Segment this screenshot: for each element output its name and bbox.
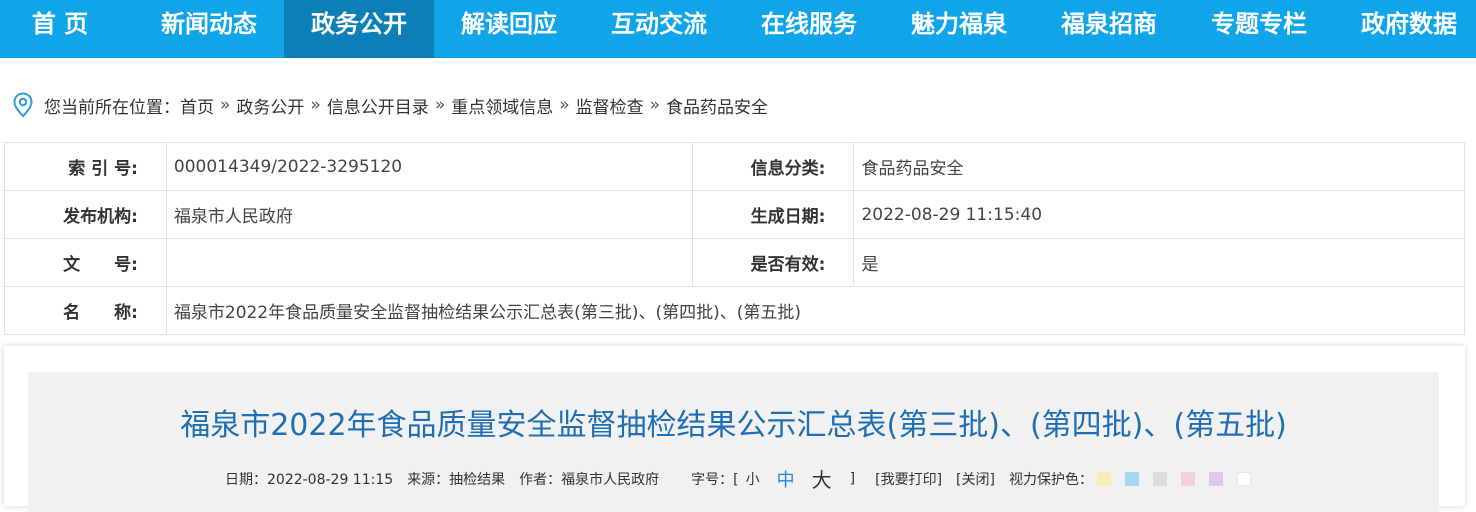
print-button[interactable]: [我要打印] [875, 469, 942, 489]
nav-item-online-service[interactable]: 在线服务 [734, 0, 884, 58]
breadcrumb-food-drug[interactable]: 食品药品安全 [666, 93, 768, 118]
article-title: 福泉市2022年食品质量安全监督抽检结果公示汇总表(第三批)、(第四批)、(第五… [180, 408, 1287, 443]
breadcrumb-separator: » [310, 95, 321, 115]
name-value: 福泉市2022年食品质量安全监督抽检结果公示汇总表(第三批)、(第四批)、(第五… [165, 286, 1466, 335]
nav-item-gov-data[interactable]: 政府数据 [1334, 0, 1476, 58]
font-size-label: 字号：[ [691, 471, 739, 488]
font-size-small[interactable]: 小 [746, 469, 760, 489]
main-nav: 首 页 新闻动态 政务公开 解读回应 互动交流 在线服务 魅力福泉 福泉招商 专… [0, 0, 1476, 58]
nav-item-news[interactable]: 新闻动态 [134, 0, 284, 58]
valid-label: 是否有效: [691, 238, 855, 287]
article-source: 来源：抽检结果 [407, 471, 506, 488]
docno-label: 文 号: [4, 238, 167, 287]
table-row: 索 引 号: 000014349/2022-3295120 信息分类: 食品药品… [4, 142, 1465, 191]
date-label: 生成日期: [691, 190, 855, 239]
table-row: 文 号: 是否有效: 是 [4, 238, 1465, 287]
index-label: 索 引 号: [4, 142, 167, 191]
breadcrumb-inspection[interactable]: 监督检查 [576, 93, 644, 118]
publisher-label: 发布机构: [4, 190, 167, 239]
table-row: 发布机构: 福泉市人民政府 生成日期: 2022-08-29 11:15:40 [4, 190, 1465, 239]
breadcrumb-separator: » [649, 95, 661, 115]
breadcrumb-separator: » [220, 95, 231, 115]
article-panel: 福泉市2022年食品质量安全监督抽检结果公示汇总表(第三批)、(第四批)、(第五… [4, 346, 1465, 512]
eye-care-swatch-white[interactable] [1236, 471, 1251, 486]
breadcrumb-key-areas[interactable]: 重点领域信息 [451, 93, 553, 118]
eye-care-swatch-purple[interactable] [1208, 471, 1223, 486]
breadcrumb-prefix: 您当前所在位置： [44, 97, 180, 118]
valid-value: 是 [853, 238, 1465, 287]
close-button[interactable]: [关闭] [956, 469, 995, 489]
info-meta-table: 索 引 号: 000014349/2022-3295120 信息分类: 食品药品… [4, 142, 1466, 335]
eye-care-swatch-blue[interactable] [1124, 471, 1139, 486]
nav-item-topics[interactable]: 专题专栏 [1184, 0, 1334, 58]
eye-care-swatch-gray[interactable] [1152, 471, 1167, 486]
nav-item-gov-affairs[interactable]: 政务公开 [284, 0, 434, 58]
article-info-bar: 日期：2022-08-29 11:15 来源：抽检结果 作者：福泉市人民政府 字… [225, 464, 1265, 493]
article-header: 福泉市2022年食品质量安全监督抽检结果公示汇总表(第三批)、(第四批)、(第五… [28, 372, 1439, 512]
eye-care-label: 视力保护色： [1008, 471, 1093, 488]
category-value: 食品药品安全 [853, 142, 1465, 191]
nav-item-investment[interactable]: 福泉招商 [1034, 0, 1184, 58]
font-size-large[interactable]: 大 [812, 464, 832, 493]
font-size-medium[interactable]: 中 [777, 466, 795, 492]
nav-item-interpretation[interactable]: 解读回应 [434, 0, 584, 58]
date-value: 2022-08-29 11:15:40 [853, 190, 1465, 239]
table-row: 名 称: 福泉市2022年食品质量安全监督抽检结果公示汇总表(第三批)、(第四批… [4, 286, 1466, 335]
nav-item-interaction[interactable]: 互动交流 [584, 0, 734, 58]
docno-value [165, 238, 693, 287]
breadcrumb-gov-affairs[interactable]: 政务公开 [236, 93, 304, 118]
font-size-close: ] [849, 470, 856, 487]
location-pin-icon [13, 92, 33, 118]
category-label: 信息分类: [691, 142, 855, 191]
breadcrumb: 您当前所在位置： 首页 » 政务公开 » 信息公开目录 » 重点领域信息 » 监… [12, 92, 768, 118]
breadcrumb-separator: » [559, 95, 570, 115]
breadcrumb-home[interactable]: 首页 [180, 93, 214, 118]
breadcrumb-separator: » [434, 95, 446, 115]
article-date: 日期：2022-08-29 11:15 [225, 471, 394, 488]
nav-item-charm[interactable]: 魅力福泉 [884, 0, 1034, 58]
breadcrumb-catalog[interactable]: 信息公开目录 [327, 93, 429, 118]
eye-care-swatch-pink[interactable] [1180, 471, 1195, 486]
nav-item-home[interactable]: 首 页 [0, 0, 120, 58]
eye-care-swatch-yellow[interactable] [1096, 471, 1111, 486]
article-author: 作者：福泉市人民政府 [519, 471, 660, 488]
name-label: 名 称: [4, 286, 167, 335]
publisher-value: 福泉市人民政府 [165, 190, 693, 239]
index-value: 000014349/2022-3295120 [165, 142, 693, 191]
